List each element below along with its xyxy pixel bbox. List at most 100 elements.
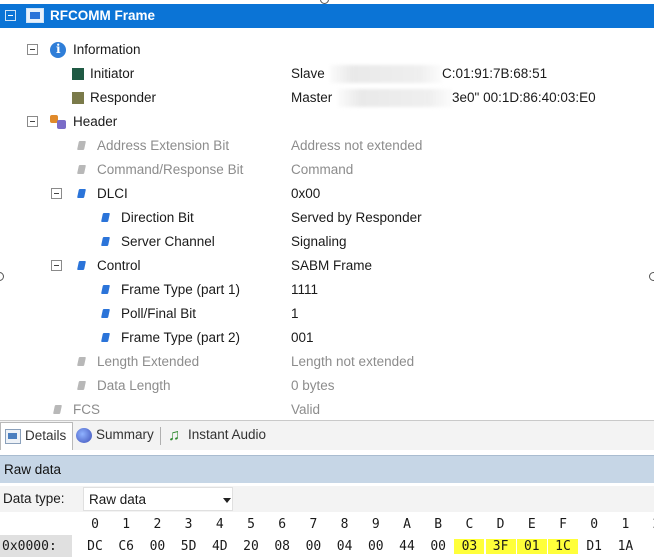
tree-row-label: Length Extended — [97, 354, 200, 369]
tree-row-value: 1111 — [291, 282, 319, 297]
tree-row-direction-bit[interactable]: Direction Bit Served by Responder — [0, 206, 654, 230]
field-blue-icon — [77, 260, 86, 272]
collapse-icon[interactable] — [51, 260, 62, 271]
redaction-blur — [338, 89, 452, 107]
tree-row-value: Signaling — [291, 234, 347, 249]
tree-row-header[interactable]: Header — [0, 110, 654, 134]
tab-instant-audio[interactable]: ♫ Instant Audio — [164, 422, 272, 450]
tree-row-poll-final-bit[interactable]: Poll/Final Bit 1 — [0, 302, 654, 326]
tree-row-label: FCS — [73, 402, 100, 417]
tree-row-value: 1 — [291, 306, 299, 321]
hex-byte[interactable]: 03 — [454, 539, 485, 554]
tree-row-label: Frame Type (part 1) — [121, 282, 241, 297]
field-grey-icon — [77, 380, 86, 392]
tree-row-fcs[interactable]: FCS Valid — [0, 398, 654, 420]
collapse-icon[interactable] — [51, 188, 62, 199]
data-type-select[interactable]: Raw data — [83, 487, 233, 511]
tree-row-frame-type-part-2[interactable]: Frame Type (part 2) 001 — [0, 326, 654, 350]
tree-row-label: DLCI — [97, 186, 128, 201]
hex-offset-header: C — [465, 517, 474, 532]
hex-offset-header: 2 — [642, 517, 654, 532]
tree-row-value: 0 bytes — [291, 378, 335, 393]
tree-row-label: Frame Type (part 2) — [121, 330, 241, 345]
collapse-icon[interactable] — [27, 116, 38, 127]
hex-byte[interactable]: 20 — [236, 539, 266, 554]
hex-byte[interactable]: 04 — [330, 539, 360, 554]
hex-byte[interactable]: 00 — [423, 539, 453, 554]
tree-row-frame-type-part-1[interactable]: Frame Type (part 1) 1111 — [0, 278, 654, 302]
resize-handle-right[interactable] — [649, 272, 654, 281]
tree-row-value: Slave — [291, 66, 325, 81]
field-grey-icon — [77, 140, 86, 152]
hex-byte[interactable]: DC — [80, 539, 110, 554]
redaction-blur — [330, 65, 442, 83]
tree-row-command-response-bit[interactable]: Command/Response Bit Command — [0, 158, 654, 182]
hex-byte[interactable]: 4D — [205, 539, 235, 554]
tree-row-value: 0x00 — [291, 186, 321, 201]
hex-byte[interactable]: 3F — [485, 539, 516, 554]
hex-offset-header: 0 — [91, 517, 99, 532]
tree-row-value: 001 — [291, 330, 314, 345]
tree-row-label: Initiator — [90, 66, 135, 81]
hex-offset-header: D — [496, 517, 505, 532]
tab-label: Instant Audio — [188, 427, 267, 442]
tree-row-rfcomm-frame[interactable]: RFCOMM Frame — [0, 4, 654, 28]
tree-row-dlci[interactable]: DLCI 0x00 — [0, 182, 654, 206]
hex-byte[interactable]: 1A — [610, 539, 640, 554]
tab-summary[interactable]: Summary — [72, 422, 160, 450]
tree-row-address-extension-bit[interactable]: Address Extension Bit Address not extend… — [0, 134, 654, 158]
hex-byte[interactable]: 00 — [361, 539, 391, 554]
tree-row-label: RFCOMM Frame — [50, 8, 156, 23]
details-icon — [5, 429, 21, 444]
hex-byte[interactable]: 08 — [267, 539, 297, 554]
responder-color-icon — [72, 92, 84, 104]
tree-row-control[interactable]: Control SABM Frame — [0, 254, 654, 278]
hex-offset-header: 1 — [621, 517, 630, 532]
tree-row-initiator[interactable]: Initiator Slave C:01:91:7B:68:51 — [0, 62, 654, 86]
collapse-icon[interactable] — [27, 44, 38, 55]
tree-row-value: Address not extended — [291, 138, 423, 153]
tree-row-server-channel[interactable]: Server Channel Signaling — [0, 230, 654, 254]
tab-divider — [160, 427, 161, 445]
hex-byte[interactable]: D1 — [579, 539, 609, 554]
tree-row-data-length[interactable]: Data Length 0 bytes — [0, 374, 654, 398]
tree-row-value: Master — [291, 90, 333, 105]
chevron-down-icon[interactable] — [223, 498, 231, 503]
raw-data-titlebar: Raw data — [0, 455, 654, 483]
hex-offset-header: E — [527, 517, 536, 532]
hex-offset-header: B — [434, 517, 443, 532]
tree-row-value: Command — [291, 162, 354, 177]
hex-byte[interactable]: 00 — [298, 539, 328, 554]
tree-row-label: Direction Bit — [121, 210, 194, 225]
tree-row-information[interactable]: Information — [0, 38, 654, 62]
hex-byte[interactable]: 44 — [392, 539, 422, 554]
details-tree: RFCOMM Frame Information Initiator Slave… — [0, 0, 654, 420]
collapse-icon[interactable] — [5, 10, 16, 21]
hex-offset-header: 1 — [122, 517, 131, 532]
hex-offset-header: 2 — [153, 517, 162, 532]
frame-icon — [26, 8, 44, 23]
hex-offset-header: 4 — [215, 517, 224, 532]
hex-byte[interactable]: 00 — [142, 539, 172, 554]
tree-row-length-extended[interactable]: Length Extended Length not extended — [0, 350, 654, 374]
header-icon — [50, 114, 67, 130]
tree-row-value: C:01:91:7B:68:51 — [442, 66, 548, 81]
field-blue-icon — [101, 212, 110, 224]
tree-row-value: SABM Frame — [291, 258, 373, 273]
tree-row-value: Length not extended — [291, 354, 415, 369]
summary-icon — [76, 428, 92, 443]
hex-offset-header: 8 — [340, 517, 349, 532]
hex-byte[interactable]: C6 — [111, 539, 141, 554]
tree-row-label: Data Length — [97, 378, 171, 393]
hex-view[interactable]: 0x0000: 0123456789ABCDEF012DCC6005D4D200… — [0, 512, 654, 560]
tree-row-label: Poll/Final Bit — [121, 306, 197, 321]
tree-row-responder[interactable]: Responder Master 3e0" 00:1D:86:40:03:E0 — [0, 86, 654, 110]
hex-offset-header: 6 — [278, 517, 287, 532]
hex-byte[interactable]: 5D — [174, 539, 204, 554]
tab-strip: Details Summary ♫ Instant Audio — [0, 420, 654, 450]
hex-byte[interactable]: 01 — [516, 539, 547, 554]
field-grey-icon — [77, 356, 86, 368]
data-type-row: Data type: Raw data — [0, 486, 654, 512]
tab-details[interactable]: Details — [0, 422, 74, 450]
hex-byte[interactable]: 1C — [548, 539, 578, 554]
